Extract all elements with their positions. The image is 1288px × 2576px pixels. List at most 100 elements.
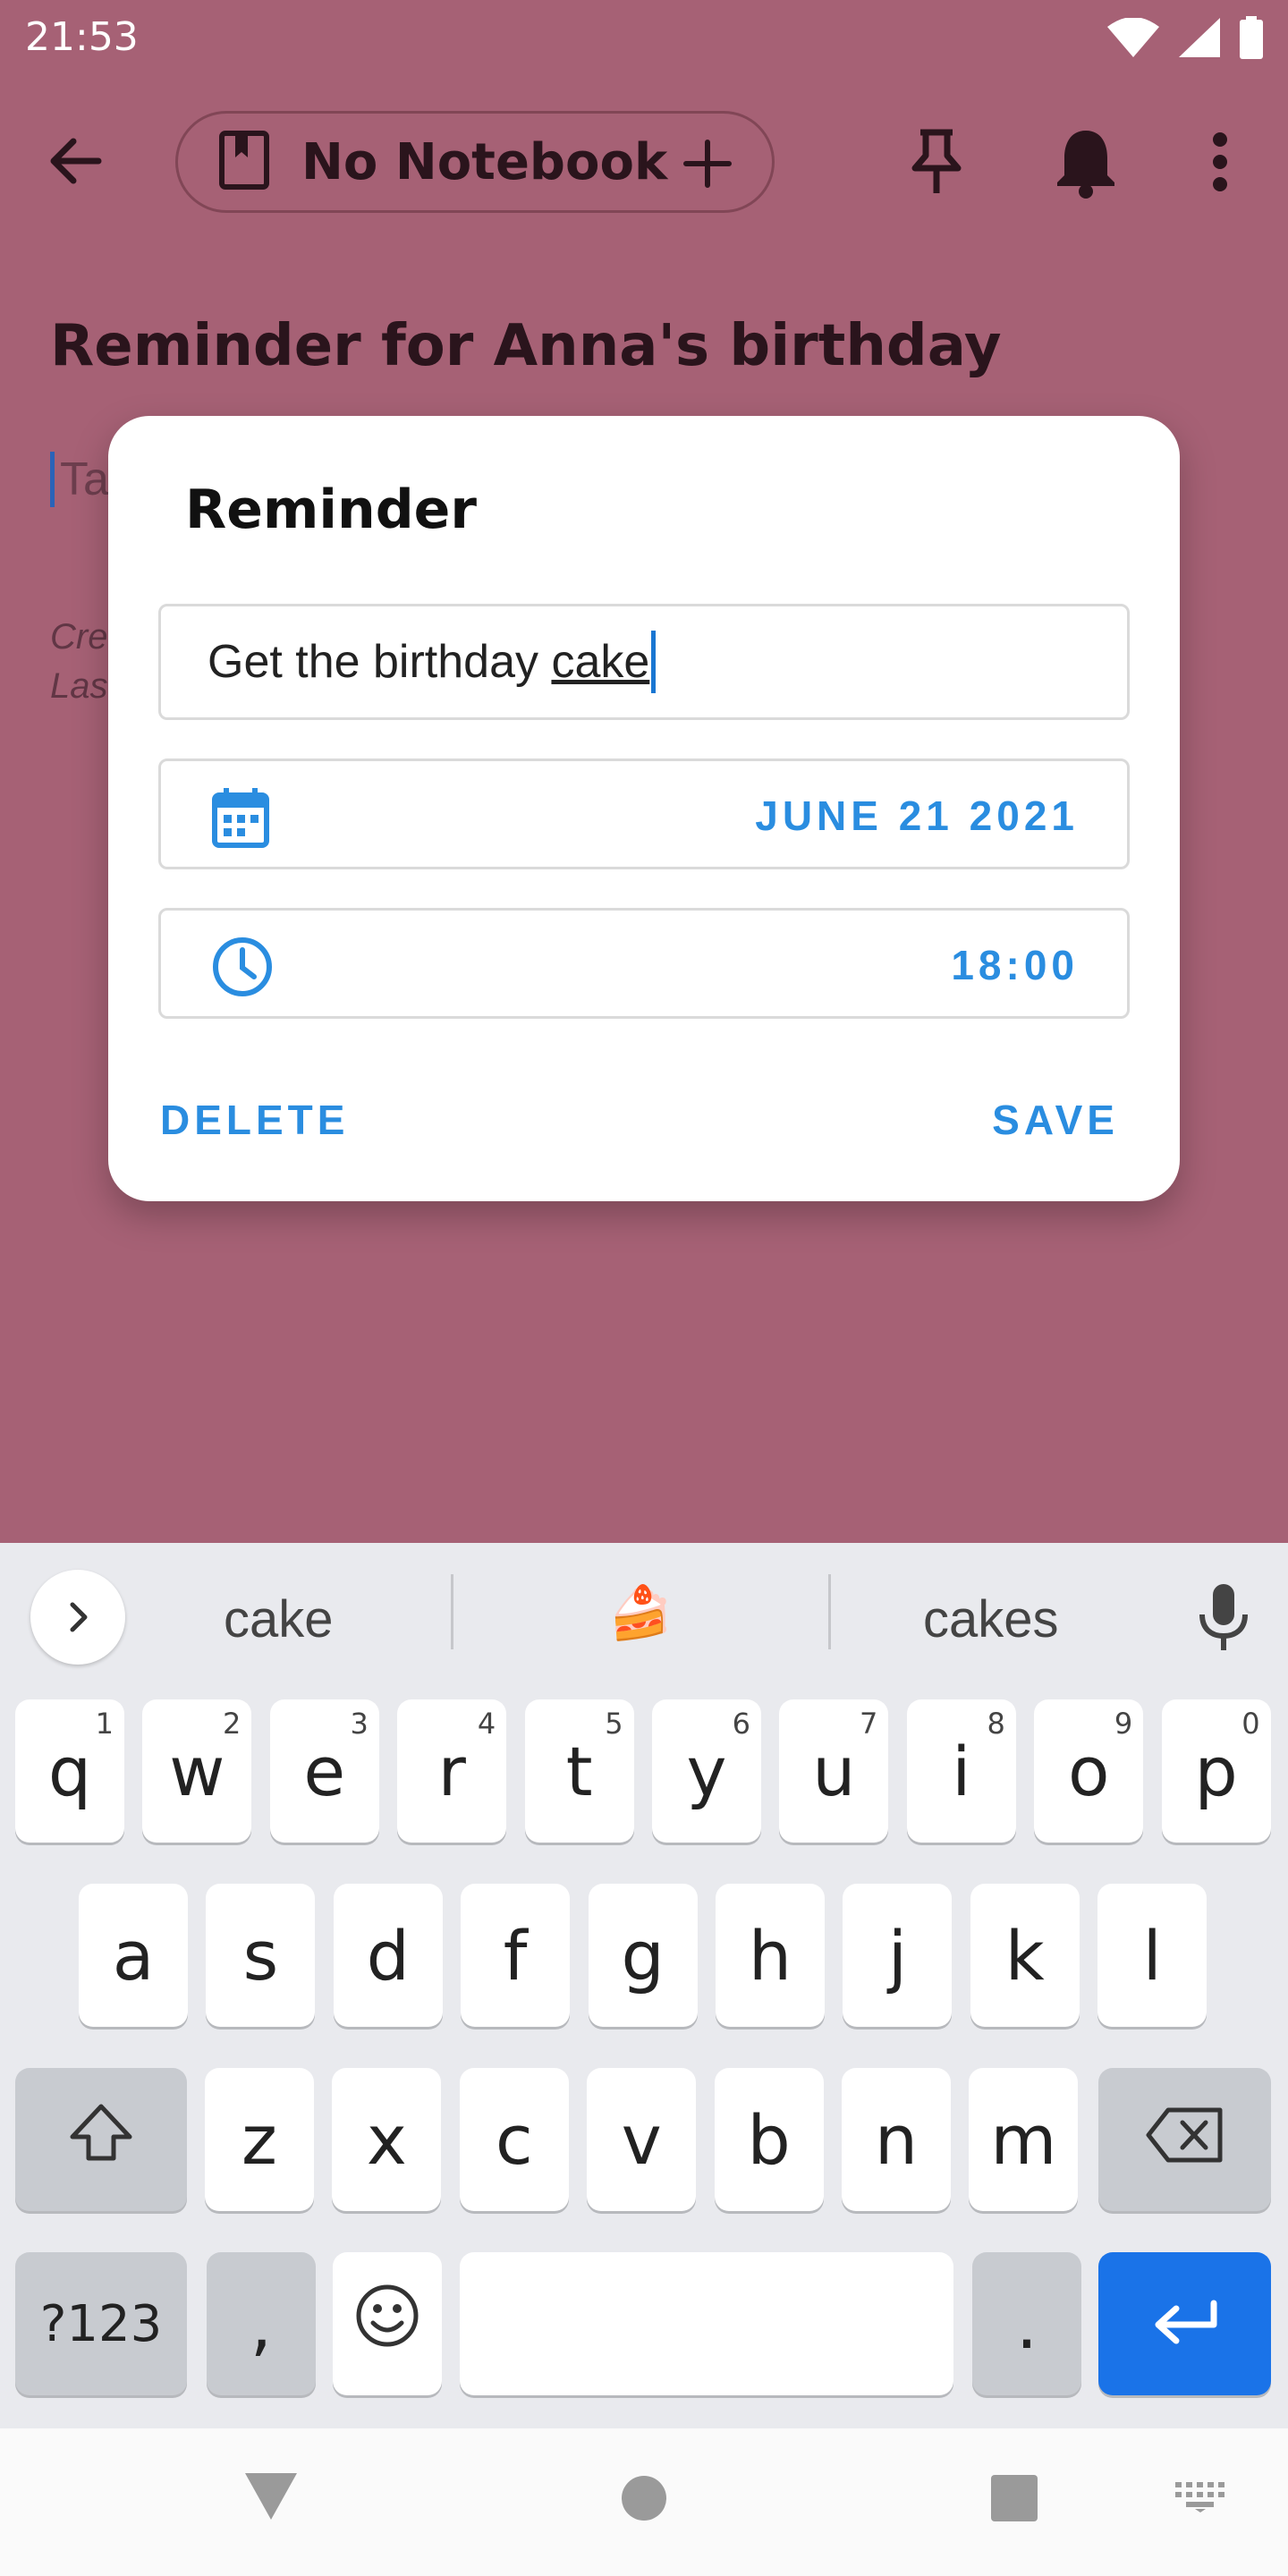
key-letter: r (437, 1731, 466, 1811)
note-title[interactable]: Reminder for Anna's birthday (50, 313, 1002, 379)
key-g[interactable]: g (588, 1884, 698, 2027)
more-vert-icon[interactable] (1209, 131, 1231, 198)
shift-key[interactable] (15, 2068, 187, 2211)
wifi-icon (1107, 17, 1159, 62)
note-last-edited-meta: Las (50, 666, 108, 706)
key-number-hint: 4 (477, 1707, 496, 1741)
key-y[interactable]: y6 (652, 1699, 761, 1843)
bell-icon[interactable] (1054, 125, 1118, 203)
key-s[interactable]: s (206, 1884, 316, 2027)
key-j[interactable]: j (843, 1884, 953, 2027)
back-arrow-icon[interactable] (47, 132, 118, 190)
calendar-icon (211, 786, 270, 853)
key-letter: t (565, 1731, 593, 1811)
key-a[interactable]: a (79, 1884, 188, 2027)
key-b[interactable]: b (714, 2068, 824, 2211)
key-h[interactable]: h (716, 1884, 825, 2027)
key-t[interactable]: t5 (524, 1699, 634, 1843)
key-number-hint: 6 (732, 1707, 750, 1741)
key-d[interactable]: d (333, 1884, 443, 2027)
key-letter: u (812, 1731, 856, 1811)
suggestion-2[interactable]: 🍰 (608, 1583, 673, 1644)
key-r[interactable]: r4 (397, 1699, 507, 1843)
mic-icon[interactable] (1197, 1582, 1250, 1658)
key-z[interactable]: z (205, 2068, 314, 2211)
reminder-text-input[interactable]: Get the birthday cake (158, 604, 1130, 720)
key-letter: p (1194, 1731, 1238, 1811)
nav-home-icon[interactable] (621, 2475, 667, 2526)
notebook-label: No Notebook (301, 132, 668, 191)
key-k[interactable]: k (970, 1884, 1080, 2027)
key-f[interactable]: f (461, 1884, 571, 2027)
key-l[interactable]: l (1097, 1884, 1208, 2027)
pin-icon[interactable] (908, 129, 965, 199)
emoji-key[interactable] (333, 2252, 442, 2395)
backspace-key[interactable] (1098, 2068, 1271, 2211)
key-x[interactable]: x (332, 2068, 442, 2211)
key-v[interactable]: v (587, 2068, 697, 2211)
backspace-icon (1145, 2100, 1225, 2180)
date-picker-row[interactable]: JUNE 21 2021 (158, 758, 1130, 869)
reminder-text-value: Get the birthday cake (208, 635, 649, 689)
shift-icon (67, 2100, 135, 2180)
key-c[interactable]: c (459, 2068, 569, 2211)
key-o[interactable]: o9 (1034, 1699, 1144, 1843)
key-p[interactable]: p0 (1161, 1699, 1271, 1843)
key-number-hint: 5 (605, 1707, 623, 1741)
key-n[interactable]: n (842, 2068, 951, 2211)
comma-key[interactable]: , (207, 2252, 316, 2395)
suggestion-bar: cake 🍰 cakes (0, 1543, 1288, 1686)
reminder-text-prefix: Get the birthday (208, 636, 552, 688)
space-key[interactable] (460, 2252, 953, 2395)
suggestion-1[interactable]: cake (224, 1589, 334, 1649)
system-nav-bar (0, 2428, 1288, 2576)
key-number-hint: 7 (860, 1707, 878, 1741)
emoji-icon (355, 2284, 419, 2364)
signal-icon (1179, 18, 1220, 62)
time-value: 18:00 (951, 942, 1079, 988)
reminder-text-composing-word: cake (551, 636, 650, 688)
keyboard-switch-icon[interactable] (1175, 2482, 1225, 2517)
plus-icon[interactable] (682, 139, 733, 193)
suggestion-3[interactable]: cakes (923, 1589, 1059, 1649)
key-w[interactable]: w2 (142, 1699, 252, 1843)
nav-recents-icon[interactable] (991, 2475, 1038, 2526)
suggestion-divider (451, 1574, 453, 1649)
period-key[interactable]: . (972, 2252, 1081, 2395)
save-button[interactable]: SAVE (992, 1096, 1119, 1144)
key-e[interactable]: e3 (269, 1699, 379, 1843)
date-value: JUNE 21 2021 (755, 792, 1079, 839)
key-i[interactable]: i8 (906, 1699, 1016, 1843)
key-number-hint: 9 (1114, 1707, 1133, 1741)
chevron-right-icon[interactable] (30, 1570, 125, 1665)
key-q[interactable]: q1 (15, 1699, 124, 1843)
key-m[interactable]: m (969, 2068, 1079, 2211)
key-number-hint: 0 (1241, 1707, 1260, 1741)
battery-icon (1240, 16, 1263, 64)
clock-icon (211, 936, 274, 1003)
time-picker-row[interactable]: 18:00 (158, 908, 1130, 1019)
note-body-field[interactable]: Ta (50, 452, 109, 507)
enter-key[interactable] (1098, 2252, 1271, 2395)
key-number-hint: 8 (987, 1707, 1005, 1741)
notebook-icon (219, 130, 269, 194)
delete-button[interactable]: DELETE (160, 1096, 349, 1144)
key-letter: q (47, 1731, 92, 1811)
text-caret (651, 631, 657, 693)
key-letter: i (952, 1731, 971, 1811)
key-letter: o (1067, 1731, 1110, 1811)
key-letter: e (303, 1731, 346, 1811)
dialog-title: Reminder (185, 479, 477, 541)
nav-back-icon[interactable] (243, 2471, 299, 2526)
suggestion-divider (828, 1574, 831, 1649)
key-number-hint: 1 (95, 1707, 114, 1741)
key-u[interactable]: u7 (779, 1699, 889, 1843)
status-time: 21:53 (25, 14, 139, 60)
key-letter: w (169, 1731, 225, 1811)
enter-icon (1151, 2284, 1219, 2364)
key-number-hint: 2 (223, 1707, 242, 1741)
symbols-key[interactable]: ?123 (15, 2252, 187, 2395)
notebook-chip[interactable]: No Notebook (175, 111, 775, 213)
key-number-hint: 3 (350, 1707, 369, 1741)
key-letter: y (686, 1731, 727, 1811)
